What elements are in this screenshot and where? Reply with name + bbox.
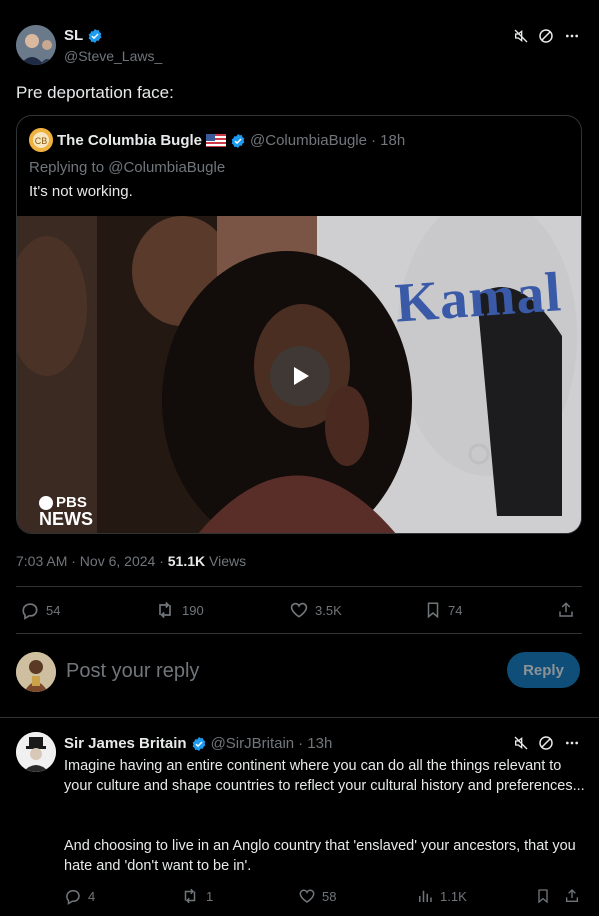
divider: [16, 586, 582, 587]
reply-repost-action[interactable]: 1: [180, 887, 213, 905]
like-action[interactable]: 3.5K: [289, 600, 342, 620]
like-count: 3.5K: [315, 602, 342, 618]
reply-count: 54: [46, 602, 61, 618]
reply-reply-icon: [66, 890, 80, 905]
share-icon[interactable]: [556, 600, 576, 620]
repost-icon: [159, 601, 171, 619]
author-name[interactable]: SL: [64, 27, 83, 44]
reply-block-icon[interactable]: [537, 734, 555, 752]
quoted-post-card[interactable]: CB The Columbia Bugle @ColumbiaBugle · 1…: [16, 115, 582, 534]
reply-views-action[interactable]: 1.1K: [416, 887, 467, 905]
analytics-icon: [419, 890, 432, 902]
post-text: Pre deportation face:: [16, 83, 174, 102]
quoted-replying-to: Replying to @ColumbiaBugle: [29, 159, 226, 176]
author-handle[interactable]: @Steve_Laws_: [64, 48, 162, 64]
reply-reply-count: 4: [88, 888, 96, 904]
reply-heart-icon: [299, 889, 315, 903]
reply-author-avatar[interactable]: [16, 732, 56, 772]
views-label: Views: [209, 553, 247, 569]
reply-author-name[interactable]: Sir James Britain: [64, 735, 187, 752]
quoted-text: It's not working.: [29, 183, 133, 200]
heart-icon: [290, 602, 308, 618]
play-icon: [294, 367, 309, 385]
reply-action[interactable]: 54: [20, 600, 60, 620]
views-count: 51.1K: [167, 553, 206, 569]
reply-more-options-icon[interactable]: [563, 734, 581, 752]
video-background-sign-text: Kamal: [393, 261, 564, 335]
author-avatar[interactable]: [16, 25, 56, 65]
reply-like-action[interactable]: 58: [298, 887, 336, 905]
reply-bookmark-icon[interactable]: [534, 887, 552, 905]
block-icon[interactable]: [537, 27, 555, 45]
quoted-author-name: The Columbia Bugle: [57, 132, 203, 149]
quoted-age: · 18h: [370, 132, 406, 149]
video-thumbnail[interactable]: Kamal PBS NEWS: [17, 216, 581, 533]
reply-text-paragraph-1: Imagine having an entire continent where…: [64, 758, 585, 794]
reply-verified-badge-icon: [191, 736, 207, 752]
bookmark-action[interactable]: 74: [424, 600, 462, 620]
author-name-row[interactable]: SL: [64, 27, 103, 44]
svg-text:CB: CB: [35, 136, 48, 146]
section-divider: [0, 717, 599, 718]
reply-age[interactable]: · 13h: [298, 735, 332, 752]
pbs-logo-line2: NEWS: [39, 509, 93, 529]
reply-author-handle[interactable]: @SirJBritain: [211, 735, 295, 752]
verified-badge-icon: [87, 28, 103, 44]
bookmark-count: 74: [448, 602, 463, 618]
reply-text-paragraph-2: And choosing to live in an Anglo country…: [64, 838, 576, 874]
reply-repost-count: 1: [206, 888, 214, 904]
pbs-news-logo: PBS NEWS: [39, 494, 93, 528]
reply-like-count: 58: [322, 888, 337, 904]
reply-input[interactable]: Post your reply: [66, 660, 199, 683]
play-video-button[interactable]: [270, 346, 330, 406]
us-flag-icon: [206, 134, 227, 147]
pbs-head-icon: [39, 495, 53, 510]
bookmark-icon: [427, 602, 439, 619]
more-options-icon[interactable]: [563, 27, 581, 45]
reply-button[interactable]: Reply: [507, 652, 580, 688]
reply-icon: [22, 603, 38, 620]
post-timestamp[interactable]: 7:03 AM · Nov 6, 2024 ·: [16, 553, 168, 569]
reply-views-count: 1.1K: [440, 888, 467, 904]
quoted-author-avatar: CB: [29, 128, 53, 152]
divider: [16, 633, 582, 634]
mute-icon[interactable]: [512, 27, 530, 45]
quoted-verified-badge-icon: [230, 133, 246, 149]
reply-reply-action[interactable]: 4: [64, 887, 95, 905]
reply-share-icon[interactable]: [563, 887, 581, 905]
current-user-avatar[interactable]: [16, 652, 56, 692]
post-timestamp-row: 7:03 AM · Nov 6, 2024 · 51.1K Views: [16, 553, 246, 569]
reply-repost-icon: [184, 888, 196, 904]
quoted-author-handle: @ColumbiaBugle: [250, 132, 367, 149]
reply-mute-icon[interactable]: [512, 734, 530, 752]
quoted-author-row: The Columbia Bugle @ColumbiaBugle · 18h: [57, 132, 405, 149]
repost-action[interactable]: 190: [154, 600, 204, 620]
repost-count: 190: [182, 602, 204, 618]
reply-author-row[interactable]: Sir James Britain @SirJBritain · 13h: [64, 735, 332, 752]
